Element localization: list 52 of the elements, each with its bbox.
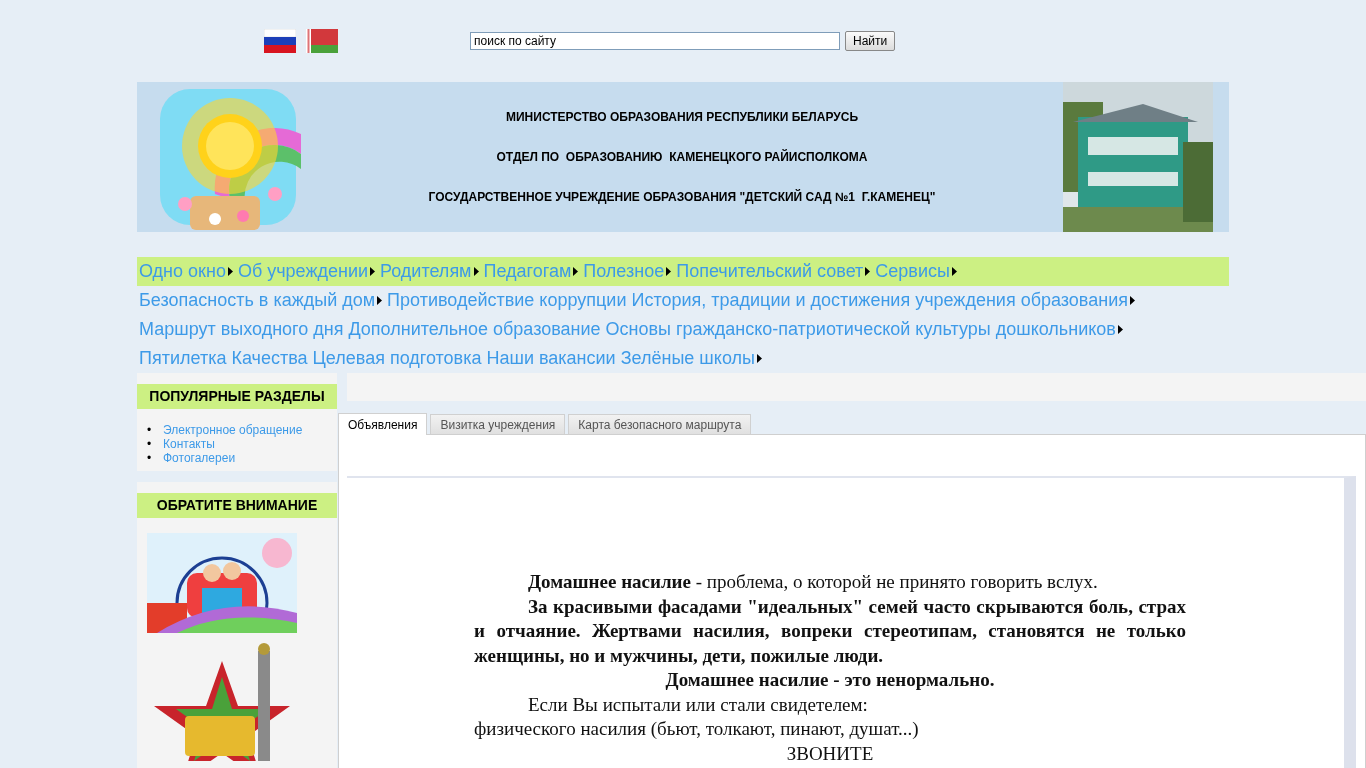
document-text: ЗВОНИТЕ [785,741,875,766]
tab[interactable]: Объявления [338,413,428,435]
submenu-arrow-icon [377,296,383,305]
submenu-arrow-icon [666,267,672,276]
menu-link[interactable]: Попечительский совет [676,261,864,282]
menu-link[interactable]: Безопасность в каждый дом [139,290,376,311]
menu-link[interactable]: Наши вакансии [486,348,616,369]
sidebar-link[interactable]: Фотогалереи [163,451,236,465]
bullet: • [147,437,153,451]
menu-link[interactable]: Зелёные школы [620,348,755,369]
flag-icon[interactable] [306,29,338,53]
menu-link[interactable]: Об учреждении [237,261,369,282]
submenu-arrow-icon [473,267,479,276]
menu-link[interactable]: Противодействие коррупции [387,290,627,311]
bullet: • [147,423,153,437]
menu-link[interactable]: История, традиции и достижения учреждения образования [631,290,1128,311]
menu-link[interactable]: Одно окно [139,261,226,282]
flag-icon[interactable] [264,29,296,53]
document-text: физического насилия (бьют, толкают, пинают, душат...) [474,717,920,741]
menu-link[interactable]: Полезное [583,261,665,282]
menu-link[interactable]: Дополнительное образование [348,319,601,340]
menu-link[interactable]: Педагогам [483,261,572,282]
menu-link[interactable]: Сервисы [875,261,950,282]
search-field[interactable]: поиск по сайту [470,32,840,50]
menu-link[interactable]: Пятилетка Качества [139,348,308,369]
submenu-arrow-icon [573,267,579,276]
submenu-arrow-icon [756,354,762,363]
submenu-arrow-icon [1130,296,1135,305]
document-text: Если Вы испытали или стали свидетелем: [527,692,869,717]
header-title: ГОСУДАРСТВЕННОЕ УЧРЕЖДЕНИЕ ОБРАЗОВАНИЯ "ДЕТСКИЙ САД №1 Г.КАМЕНЕЦ" [428,190,936,204]
document-text: За красивыми фасадами "идеальных" семей часто скрываются боль, страх и отчаяние. Жертвами насилия, вопреки стереотипам, становятся не только женщины, но и мужчины, дети, пожилые люди. [474,594,1186,668]
submenu-arrow-icon [227,267,233,276]
bullet: • [147,451,153,465]
search-button[interactable]: Найти [845,31,896,51]
panel-title: ОБРАТИТЕ ВНИМАНИЕ [137,493,337,518]
submenu-arrow-icon [951,267,957,276]
menu-link[interactable]: Маршрут выходного дня [139,319,344,340]
header-title: ОТДЕЛ ПО ОБРАЗОВАНИЮ КАМЕНЕЦКОГО РАЙИСПОЛКОМА [496,150,868,164]
submenu-arrow-icon [865,267,871,276]
tab[interactable]: Карта безопасного маршрута [568,414,752,434]
document-text: Домашнее насилие - это ненормально. [664,668,996,692]
panel-title: ПОПУЛЯРНЫЕ РАЗДЕЛЫ [137,384,337,409]
header-title: МИНИСТЕРСТВО ОБРАЗОВАНИЯ РЕСПУБЛИКИ БЕЛАРУСЬ [505,110,858,124]
sidebar-link[interactable]: Контакты [163,437,215,451]
document-text: Домашнее насилие - проблема, о которой не принято говорить вслух. [527,570,1099,594]
menu-link[interactable]: Основы гражданско-патриотической культуры дошкольников [605,319,1116,340]
menu-link[interactable]: Целевая подготовка [312,348,482,369]
submenu-arrow-icon [1117,325,1123,334]
submenu-arrow-icon [370,267,376,276]
tab[interactable]: Визитка учреждения [430,414,566,434]
menu-link[interactable]: Родителям [380,261,472,282]
sidebar-link[interactable]: Электронное обращение [163,423,303,437]
